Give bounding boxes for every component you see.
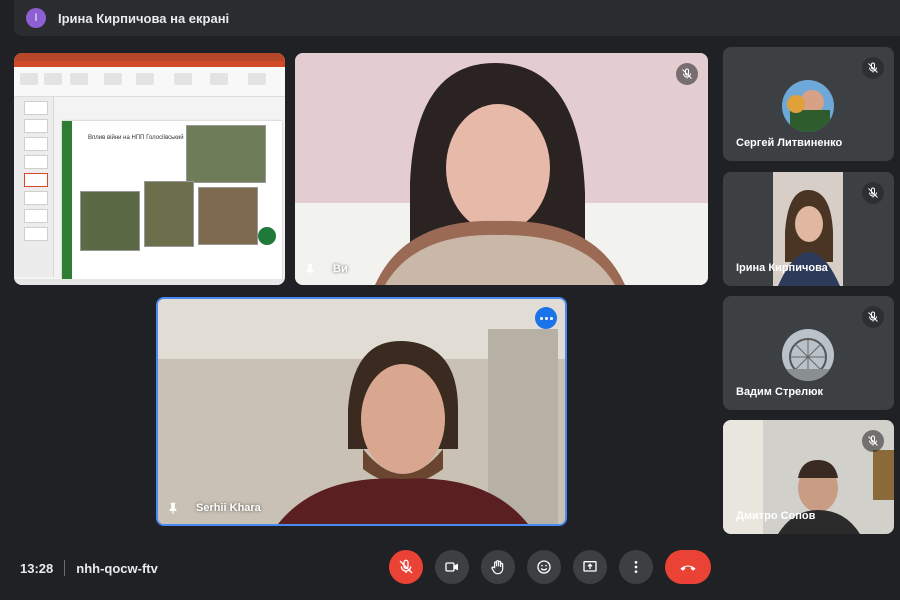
ppt-ribbon <box>14 67 285 97</box>
self-video-tile[interactable]: Ви <box>295 53 708 285</box>
participant-name: Ірина Кирпичова <box>736 262 828 274</box>
meeting-info-divider <box>64 560 66 576</box>
mic-off-icon <box>862 57 884 79</box>
mic-off-icon <box>862 430 884 452</box>
reactions-button[interactable] <box>527 550 561 584</box>
mic-off-icon <box>676 63 698 85</box>
camera-icon <box>445 562 458 572</box>
self-name-label: Ви <box>333 263 348 275</box>
slide-photo-4 <box>198 187 258 245</box>
more-horiz-icon[interactable] <box>535 307 557 329</box>
mic-off-icon <box>399 559 413 574</box>
active-speaker-tile[interactable]: Serhii Khara <box>156 297 567 526</box>
emoji-icon <box>537 560 551 574</box>
mic-toggle-button[interactable] <box>389 550 423 584</box>
slide-photo-2 <box>80 191 140 251</box>
end-call-icon <box>680 565 696 571</box>
self-video-placeholder <box>295 53 708 285</box>
camera-toggle-button[interactable] <box>435 550 469 584</box>
more-options-button[interactable] <box>619 550 653 584</box>
pin-icon[interactable] <box>166 501 180 515</box>
avatar <box>782 329 834 381</box>
participant-name: Дмитро Сопов <box>736 510 816 522</box>
call-controls <box>389 550 711 584</box>
meeting-time: 13:28 <box>20 560 54 576</box>
end-call-button[interactable] <box>665 550 711 584</box>
participant-name: Сергей Литвиненко <box>736 137 843 149</box>
meeting-code[interactable]: nhh-qocw-ftv <box>76 561 158 576</box>
ppt-slide-thumbnails <box>14 97 54 277</box>
speaker-name-label: Serhii Khara <box>196 502 261 514</box>
mic-off-icon <box>862 182 884 204</box>
participant-name: Вадим Стрелюк <box>736 386 824 398</box>
meeting-info: 13:28 nhh-qocw-ftv <box>20 560 158 576</box>
hand-icon <box>491 560 504 575</box>
ppt-title-bar <box>14 53 285 61</box>
participant-tile[interactable]: Вадим Стрелюк <box>723 296 894 410</box>
raise-hand-button[interactable] <box>481 550 515 584</box>
slide-heading: Вплив війни на НПП Голосіївський <box>88 135 184 141</box>
slide-photo-3 <box>144 181 194 247</box>
ppt-current-slide: Вплив війни на НПП Голосіївський <box>62 121 282 285</box>
participant-tile[interactable]: Сергей Литвиненко <box>723 47 894 161</box>
slide-accent-bar <box>62 121 72 285</box>
park-logo-icon <box>258 227 276 245</box>
more-vert-icon <box>634 561 638 573</box>
ppt-status-bar <box>14 279 285 285</box>
participant-tile[interactable]: Дмитро Сопов <box>723 420 894 534</box>
participant-tile[interactable]: Ірина Кирпичова <box>723 172 894 286</box>
presentation-banner: І Ірина Кирпичова на екрані <box>14 0 900 36</box>
slide-photo-1 <box>186 125 266 183</box>
avatar <box>782 80 834 132</box>
shared-screen-tile[interactable]: Вплив війни на НПП Голосіївський <box>14 53 285 285</box>
present-screen-icon <box>583 561 597 572</box>
speaker-video-placeholder <box>158 299 565 524</box>
mic-off-icon <box>862 306 884 328</box>
present-screen-button[interactable] <box>573 550 607 584</box>
presenter-avatar: І <box>26 8 46 28</box>
presentation-banner-text: Ірина Кирпичова на екрані <box>58 10 230 26</box>
pin-icon[interactable] <box>303 262 317 276</box>
